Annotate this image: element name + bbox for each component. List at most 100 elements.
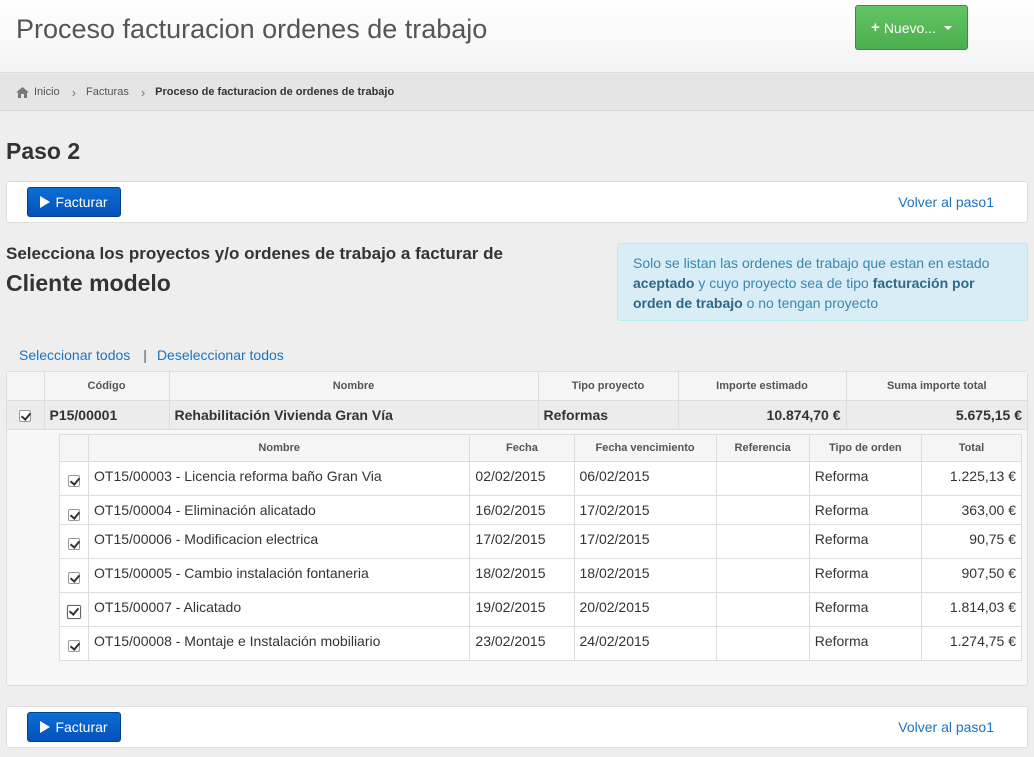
separator: | [143, 347, 147, 363]
play-icon [40, 721, 51, 733]
play-icon [40, 196, 51, 208]
project-nombre: Rehabilitación Vivienda Gran Vía [169, 400, 539, 430]
info-alert: Solo se listan las ordenes de trabajo qu… [617, 243, 1028, 321]
order-fecha: 16/02/2015 [469, 495, 575, 525]
deselect-all-link[interactable]: Deseleccionar todos [157, 347, 284, 363]
orders-header-referencia: Referencia [716, 434, 810, 462]
chevron-right-icon: › [140, 84, 146, 100]
order-nombre: OT15/00005 - Cambio instalación fontaner… [88, 558, 471, 593]
order-checkbox[interactable] [68, 640, 80, 653]
order-tipo: Reforma [809, 626, 922, 661]
orders-header-fecha: Fecha [469, 434, 575, 462]
order-fecha: 19/02/2015 [469, 592, 575, 627]
order-total: 90,75 € [921, 524, 1022, 559]
header-importe-estimado: Importe estimado [678, 372, 847, 401]
header-check [7, 372, 45, 401]
order-vencimiento: 24/02/2015 [574, 626, 717, 661]
order-referencia [716, 524, 810, 559]
order-checkbox[interactable] [68, 475, 80, 488]
project-panel: Código Nombre Tipo proyecto Importe esti… [6, 371, 1028, 686]
volver-paso1-link-bottom[interactable]: Volver al paso1 [898, 719, 994, 735]
table-row: OT15/00004 - Eliminación alicatado 16/02… [59, 495, 1022, 525]
project-tipo: Reformas [538, 400, 679, 430]
order-fecha: 02/02/2015 [469, 461, 575, 496]
order-checkbox[interactable] [68, 509, 80, 522]
order-tipo: Reforma [809, 524, 922, 559]
info-bold-aceptado: aceptado [633, 275, 695, 291]
chevron-right-icon: › [71, 84, 77, 100]
project-importe-estimado: 10.874,70 € [678, 400, 847, 430]
order-tipo: Reforma [809, 558, 922, 593]
bottom-action-bar: Facturar Volver al paso1 [6, 706, 1028, 748]
volver-paso1-link[interactable]: Volver al paso1 [898, 194, 994, 210]
order-checkbox[interactable] [68, 538, 80, 551]
order-checkbox-cell [59, 524, 90, 559]
facturar-button[interactable]: Facturar [27, 187, 121, 217]
order-fecha: 17/02/2015 [469, 524, 575, 559]
orders-header-nombre: Nombre [88, 434, 471, 462]
orders-header-check [59, 434, 90, 462]
order-checkbox-cell [59, 592, 90, 627]
plus-icon: + [871, 19, 880, 36]
order-fecha: 23/02/2015 [469, 626, 575, 661]
header-nombre: Nombre [169, 372, 539, 401]
order-checkbox-cell [59, 558, 90, 593]
order-vencimiento: 20/02/2015 [574, 592, 717, 627]
project-table: Código Nombre Tipo proyecto Importe esti… [7, 372, 1027, 430]
info-text-3: o no tengan proyecto [742, 295, 879, 311]
top-action-bar: Facturar Volver al paso1 [6, 181, 1028, 223]
page-header: Proceso facturacion ordenes de trabajo +… [0, 0, 1034, 73]
order-vencimiento: 06/02/2015 [574, 461, 717, 496]
orders-table-header: Nombre Fecha Fecha vencimiento Referenci… [59, 434, 1022, 462]
order-total: 907,50 € [921, 558, 1022, 593]
project-suma-total: 5.675,15 € [846, 400, 1027, 430]
order-referencia [716, 495, 810, 525]
order-vencimiento: 17/02/2015 [574, 524, 717, 559]
order-nombre: OT15/00008 - Montaje e Instalación mobil… [88, 626, 471, 661]
orders-header-total: Total [921, 434, 1022, 462]
table-row: OT15/00003 - Licencia reforma baño Gran … [59, 461, 1022, 496]
header-suma-importe: Suma importe total [846, 372, 1027, 401]
page-title: Proceso facturacion ordenes de trabajo [16, 14, 488, 44]
order-vencimiento: 18/02/2015 [574, 558, 717, 593]
new-button-label: Nuevo... [883, 19, 936, 36]
table-row: OT15/00008 - Montaje e Instalación mobil… [59, 626, 1022, 661]
order-referencia [716, 592, 810, 627]
breadcrumb-facturas[interactable]: Facturas [86, 86, 129, 98]
order-nombre: OT15/00004 - Eliminación alicatado [88, 495, 471, 525]
table-row: OT15/00005 - Cambio instalación fontaner… [59, 558, 1022, 593]
project-checkbox[interactable] [19, 409, 32, 422]
breadcrumb: Inicio › Facturas › Proceso de facturaci… [0, 74, 1034, 111]
order-referencia [716, 461, 810, 496]
orders-header-vencimiento: Fecha vencimiento [574, 434, 717, 462]
info-text-2: y cuyo proyecto sea de tipo [694, 275, 873, 291]
order-nombre: OT15/00006 - Modificacion electrica [88, 524, 471, 559]
breadcrumb-home[interactable]: Inicio [34, 86, 60, 98]
order-checkbox[interactable] [68, 572, 80, 585]
caret-down-icon [943, 25, 952, 30]
facturar-button-bottom[interactable]: Facturar [27, 712, 121, 742]
order-vencimiento: 17/02/2015 [574, 495, 717, 525]
order-total: 1.814,03 € [921, 592, 1022, 627]
order-tipo: Reforma [809, 461, 922, 496]
new-button[interactable]: + Nuevo... [855, 5, 968, 50]
client-name: Cliente modelo [6, 270, 171, 296]
breadcrumb-current: Proceso de facturacion de ordenes de tra… [155, 86, 395, 98]
select-all-link[interactable]: Seleccionar todos [19, 347, 130, 363]
project-table-header: Código Nombre Tipo proyecto Importe esti… [7, 372, 1027, 401]
order-nombre: OT15/00007 - Alicatado [88, 592, 471, 627]
project-checkbox-cell [7, 400, 45, 430]
order-referencia [716, 626, 810, 661]
order-total: 1.274,75 € [921, 626, 1022, 661]
project-row: P15/00001 Rehabilitación Vivienda Gran V… [7, 400, 1027, 430]
facturar-label: Facturar [55, 194, 108, 210]
order-fecha: 18/02/2015 [469, 558, 575, 593]
order-checkbox-cell [59, 461, 90, 496]
table-row: OT15/00007 - Alicatado 19/02/2015 20/02/… [59, 592, 1022, 627]
order-referencia [716, 558, 810, 593]
order-checkbox[interactable] [67, 605, 81, 620]
orders-header-tipo: Tipo de orden [809, 434, 922, 462]
step-title: Paso 2 [6, 138, 81, 164]
order-nombre: OT15/00003 - Licencia reforma baño Gran … [88, 461, 471, 496]
info-text-1: Solo se listan las ordenes de trabajo qu… [633, 255, 990, 271]
